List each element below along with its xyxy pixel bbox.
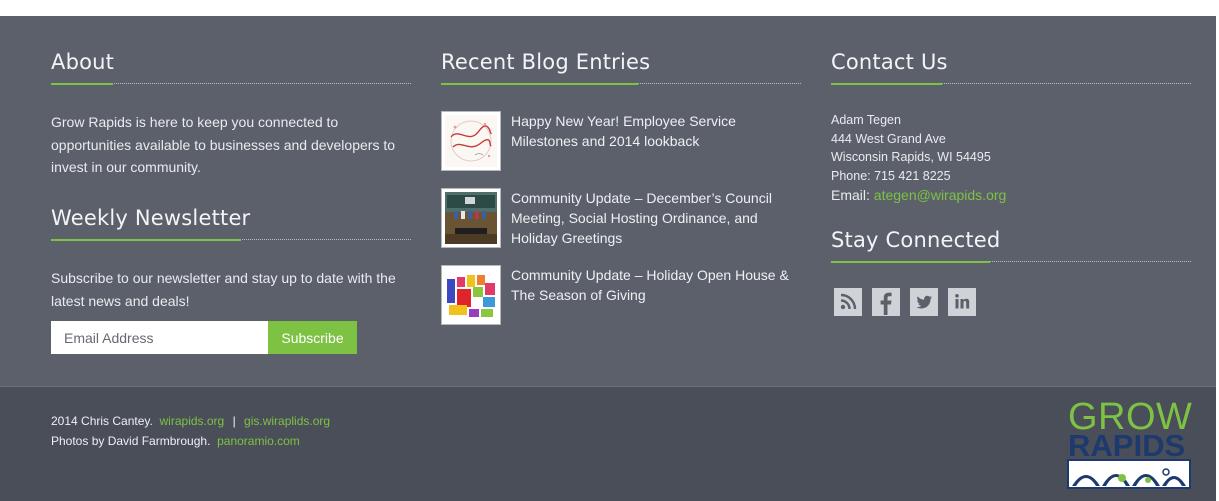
- contact-address-line1: 444 West Grand Ave: [831, 131, 946, 146]
- happy-new-year-thumbnail[interactable]: [441, 111, 501, 171]
- contact-name: Adam Tegen: [831, 113, 901, 127]
- grow-rapids-logo[interactable]: GROW RAPIDS: [1066, 397, 1192, 492]
- footer-bottom-bar: 2014 Chris Cantey. wirapids.org | gis.wi…: [0, 386, 1216, 501]
- newsletter-heading: Weekly Newsletter: [51, 206, 251, 230]
- stay-connected-heading-rule: [831, 261, 1191, 265]
- link-separator: |: [232, 414, 236, 428]
- site-footer: About Grow Rapids is here to keep you co…: [0, 16, 1216, 386]
- contact-email-label: Email:: [831, 187, 870, 203]
- contact-email-line: Email: ategen@wirapids.org: [831, 186, 1191, 205]
- gifts-thumbnail[interactable]: [441, 265, 501, 325]
- page-top-background: [0, 0, 1219, 16]
- copyright-text: 2014 Chris Cantey.: [51, 414, 153, 428]
- contact-heading: Contact Us: [831, 50, 948, 74]
- photos-credit-text: Photos by David Farmbrough.: [51, 433, 211, 448]
- about-heading-rule: [51, 83, 411, 87]
- contact-details: Adam Tegen 444 West Grand Ave Wisconsin …: [831, 111, 1191, 205]
- bridge-icon: [1067, 459, 1191, 489]
- newsletter-text: Subscribe to our newsletter and stay up …: [51, 270, 396, 309]
- blog-heading: Recent Blog Entries: [441, 50, 651, 74]
- about-heading: About: [51, 50, 115, 74]
- blog-entry: Community Update – December’s Council Me…: [441, 188, 801, 248]
- blog-entry: Happy New Year! Employee Service Milesto…: [441, 111, 801, 171]
- facebook-icon[interactable]: [872, 288, 900, 316]
- blog-entry-link[interactable]: Community Update – Holiday Open House & …: [511, 265, 801, 305]
- subscribe-button[interactable]: Subscribe: [268, 321, 357, 354]
- contact-heading-rule: [831, 83, 1191, 87]
- newsletter-heading-rule: [51, 239, 411, 243]
- wirapids-link[interactable]: wirapids.org: [160, 414, 225, 428]
- contact-phone: Phone: 715 421 8225: [831, 168, 951, 183]
- council-meeting-thumbnail[interactable]: [441, 188, 501, 248]
- blog-entry: Community Update – Holiday Open House & …: [441, 265, 801, 325]
- email-address-input[interactable]: [51, 321, 268, 354]
- about-text: Grow Rapids is here to keep you connecte…: [51, 114, 396, 175]
- linkedin-icon[interactable]: [948, 288, 976, 316]
- stay-connected-heading: Stay Connected: [831, 228, 1001, 252]
- gis-wiraplids-link[interactable]: gis.wiraplids.org: [244, 414, 330, 428]
- contact-address-line2: Wisconsin Rapids, WI 54495: [831, 150, 991, 164]
- contact-email-link[interactable]: ategen@wirapids.org: [874, 187, 1007, 203]
- blog-entry-link[interactable]: Happy New Year! Employee Service Milesto…: [511, 111, 801, 151]
- twitter-icon[interactable]: [910, 288, 938, 316]
- copyright-line: 2014 Chris Cantey. wirapids.org | gis.wi…: [51, 412, 330, 432]
- blog-heading-rule: [441, 83, 801, 87]
- copyright-block: 2014 Chris Cantey. wirapids.org | gis.wi…: [51, 412, 330, 451]
- photos-credit-line: Photos by David Farmbrough. panoramio.co…: [51, 432, 330, 452]
- panoramio-link[interactable]: panoramio.com: [217, 434, 300, 448]
- blog-entry-link[interactable]: Community Update – December’s Council Me…: [511, 188, 801, 248]
- rss-icon[interactable]: [834, 288, 862, 316]
